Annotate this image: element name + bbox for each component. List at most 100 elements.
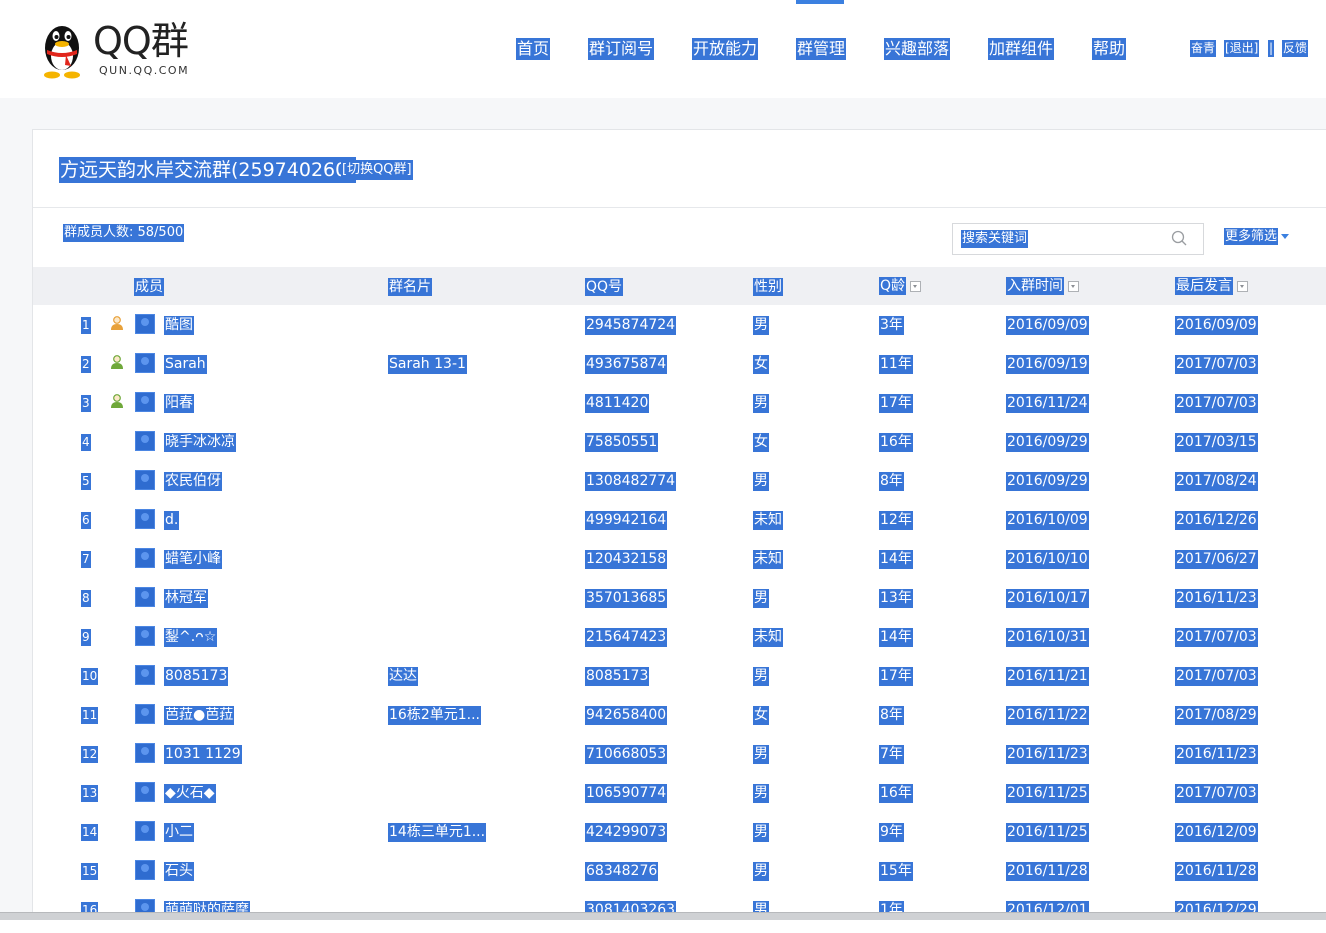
nav-home[interactable]: 首页 [516,38,551,60]
search-box[interactable]: 搜索关键词 [952,223,1204,255]
member-name[interactable]: 蜡笔小峰 [164,550,222,569]
nav-help[interactable]: 帮助 [1092,38,1127,60]
logo-text: QQ群 [93,19,189,63]
gender: 未知 [753,550,783,569]
sort-icon[interactable] [1237,280,1248,292]
col-qq-age-label: Q龄 [879,277,907,295]
username-link[interactable]: 奋青 [1190,40,1217,57]
avatar[interactable] [135,470,155,490]
qq-number: 1308482774 [585,472,677,491]
member-name[interactable]: 林冠军 [164,589,208,608]
qq-age: 8年 [879,706,904,725]
table-row[interactable]: 6 d. 499942164 未知 12年 2016/10/09 2016/12/26 [33,500,1326,539]
member-name[interactable]: 1031 1129 [164,745,242,764]
qq-age: 11年 [879,355,913,374]
table-row[interactable]: 7 蜡笔小峰 120432158 未知 14年 2016/10/10 2017/06/27 [33,539,1326,578]
avatar[interactable] [135,353,155,373]
member-name[interactable]: Sarah [164,355,207,374]
avatar[interactable] [135,626,155,646]
avatar[interactable] [135,392,155,412]
gender: 女 [753,706,769,725]
table-row[interactable]: 4 晓手冰冰凉 75850551 女 16年 2016/09/29 2017/03/15 [33,422,1326,461]
qq-number: 4811420 [585,394,650,413]
avatar[interactable] [135,743,155,763]
group-card: Sarah 13-1 [388,355,467,374]
avatar[interactable] [135,782,155,802]
last-speak-time: 2017/08/24 [1175,472,1258,491]
logout-link[interactable]: [退出] [1224,40,1260,57]
nav-open-capability[interactable]: 开放能力 [692,38,759,60]
table-row[interactable]: 8 林冠军 357013685 男 13年 2016/10/17 2016/11/23 [33,578,1326,617]
member-name[interactable]: 酷图 [164,316,194,335]
row-index: 2 [81,356,91,373]
nav-group-subscription[interactable]: 群订阅号 [588,38,655,60]
nav-group-management[interactable]: 群管理 [796,38,847,60]
qq-number: 2945874724 [585,316,677,335]
table-row[interactable]: 14 小二 14栋三单元1... 424299073 男 9年 2016/11/25 2016… [33,812,1326,851]
table-row[interactable]: 2 Sarah Sarah 13-1 493675874 女 11年 2016/09/19 2… [33,344,1326,383]
nav-join-widget[interactable]: 加群组件 [988,38,1055,60]
feedback-link[interactable]: 反馈 [1282,40,1309,57]
table-row[interactable]: 11 芭菈●芭菈 16栋2单元1... 942658400 女 8年 2016/11/22 2… [33,695,1326,734]
member-panel: 方远天韵水岸交流群(259740260) [切换QQ群] 群成员人数: 58/5… [32,129,1326,920]
join-time: 2016/10/31 [1006,628,1089,647]
col-join-time-label: 入群时间 [1006,277,1064,295]
qq-age: 14年 [879,628,913,647]
sort-icon[interactable] [910,280,922,292]
qq-number: 499942164 [585,511,668,530]
member-name[interactable]: 晓手冰冰凉 [164,433,236,452]
row-index: 7 [81,551,91,568]
qq-group-logo[interactable]: QQ群 QUN.QQ.COM [38,18,208,80]
table-row[interactable]: 15 石头 68348276 男 15年 2016/11/28 2016/11/28 [33,851,1326,890]
member-name[interactable]: 农民伯伢 [164,472,222,491]
table-row[interactable]: 12 1031 1129 710668053 男 7年 2016/11/23 2016/11… [33,734,1326,773]
nav-interest-tribe[interactable]: 兴趣部落 [884,38,951,60]
member-name[interactable]: ◆火石◆ [164,784,216,803]
table-row[interactable]: 5 农民伯伢 1308482774 男 8年 2016/09/29 2017/08/24 [33,461,1326,500]
avatar[interactable] [135,665,155,685]
avatar[interactable] [135,509,155,529]
table-row[interactable]: 13 ◆火石◆ 106590774 男 16年 2016/11/25 2017/07/03 [33,773,1326,812]
avatar[interactable] [135,314,155,334]
qq-age: 12年 [879,511,913,530]
more-filter-button[interactable]: 更多筛选 [1224,228,1290,245]
gender: 男 [753,862,769,881]
member-name[interactable]: d. [164,511,180,530]
col-group-card: 群名片 [388,278,432,296]
avatar[interactable] [135,860,155,880]
col-join-time[interactable]: 入群时间 [1006,277,1079,295]
col-qq-age[interactable]: Q龄 [879,277,922,295]
sort-icon[interactable] [1068,280,1079,292]
table-row[interactable]: 1 酷图 2945874724 男 3年 2016/09/09 2016/09/09 [33,305,1326,344]
switch-group-link[interactable]: [切换QQ群] [341,160,413,180]
member-name[interactable]: 鋫^.ᴖ☆ [164,628,218,647]
qq-number: 106590774 [585,784,668,803]
row-index: 10 [81,668,99,685]
member-name[interactable]: 小二 [164,823,194,842]
avatar[interactable] [135,587,155,607]
last-speak-time: 2016/11/28 [1175,862,1258,881]
search-input[interactable]: 搜索关键词 [961,230,1029,248]
last-speak-time: 2017/08/29 [1175,706,1258,725]
member-name[interactable]: 阳春 [164,394,194,413]
avatar[interactable] [135,704,155,724]
member-name[interactable]: 8085173 [164,667,229,686]
join-time: 2016/11/22 [1006,706,1089,725]
top-header: QQ群 QUN.QQ.COM 首页 群订阅号 开放能力 群管理 兴趣部落 加群组… [0,0,1326,98]
col-last-speak[interactable]: 最后发言 [1175,277,1248,295]
search-icon[interactable] [1171,230,1187,246]
avatar[interactable] [135,548,155,568]
qq-age: 15年 [879,862,913,881]
avatar[interactable] [135,431,155,451]
col-last-speak-label: 最后发言 [1175,277,1233,295]
penguin-icon [44,26,80,79]
member-name[interactable]: 芭菈●芭菈 [164,706,235,725]
member-name[interactable]: 石头 [164,862,194,881]
col-gender: 性别 [753,278,783,296]
row-index: 13 [81,785,99,802]
table-row[interactable]: 10 8085173 达达 8085173 男 17年 2016/11/21 2017/07/… [33,656,1326,695]
table-row[interactable]: 9 鋫^.ᴖ☆ 215647423 未知 14年 2016/10/31 2017/07/03 [33,617,1326,656]
avatar[interactable] [135,821,155,841]
last-speak-time: 2017/07/03 [1175,394,1258,413]
table-row[interactable]: 3 阳春 4811420 男 17年 2016/11/24 2017/07/03 [33,383,1326,422]
